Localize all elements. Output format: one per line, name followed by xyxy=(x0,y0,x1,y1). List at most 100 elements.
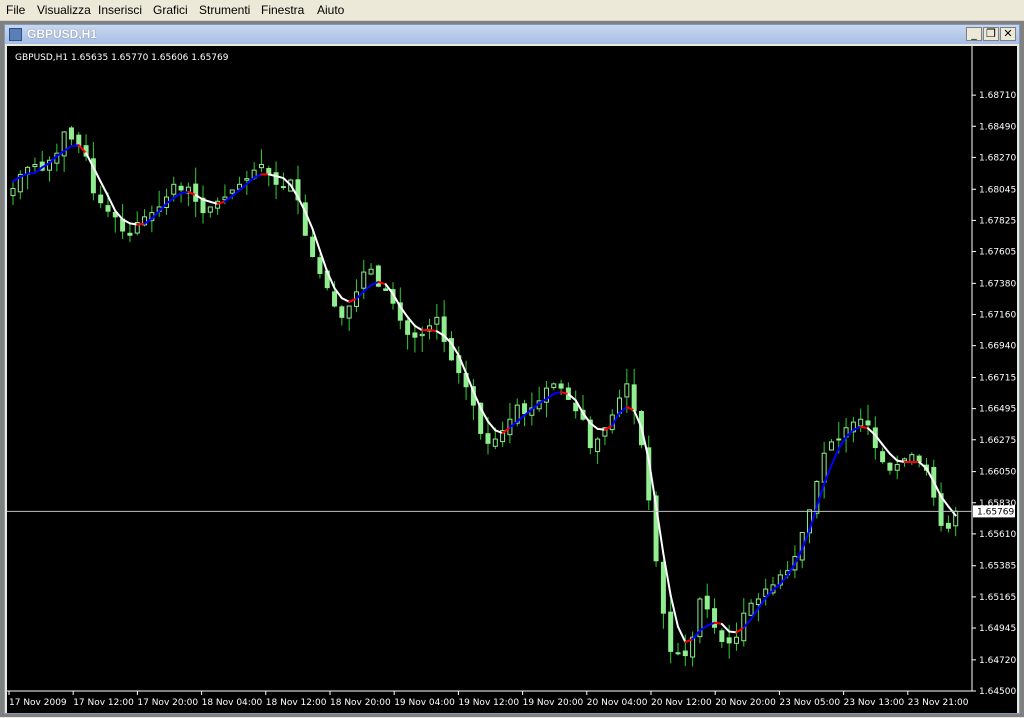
moving-average-segment xyxy=(677,625,687,644)
moving-average-segment xyxy=(70,144,80,148)
time-axis-ticks: 17 Nov 2009 17 Nov 12:00 17 Nov 20:00 18 No… xyxy=(8,691,969,708)
candle-body xyxy=(412,332,418,338)
time-tick-label: 23 Nov 05:00 xyxy=(779,698,840,708)
candle-body xyxy=(127,232,133,236)
price-chart[interactable]: GBPUSD,H1 1.65635 1.65770 1.65606 1.6576… xyxy=(7,46,1017,713)
candles xyxy=(10,125,959,667)
candle-body xyxy=(726,637,732,644)
price-tick-label: 1.68270 xyxy=(979,153,1016,163)
candle-body xyxy=(704,595,710,610)
candle-body xyxy=(193,183,199,202)
candle-body xyxy=(755,598,761,606)
price-tick-label: 1.68710 xyxy=(979,91,1016,101)
menu-bar: File Visualizza Inserisci Grafici Strume… xyxy=(0,0,1024,21)
candle-body xyxy=(361,271,367,289)
candle-body xyxy=(828,441,834,451)
price-tick-label: 1.67825 xyxy=(979,216,1016,226)
candle-body xyxy=(310,236,316,257)
candle-body xyxy=(748,602,754,616)
candle-body xyxy=(865,420,871,426)
price-axis-ticks: 1.68710 1.68490 1.68270 1.68045 1.67825 1.676… xyxy=(972,91,1016,697)
time-tick-label: 18 Nov 20:00 xyxy=(330,698,391,708)
menu-visualizza[interactable]: Visualizza xyxy=(37,3,91,17)
moving-average-line xyxy=(12,144,957,644)
moving-average-segment xyxy=(180,190,190,195)
candle-body xyxy=(419,333,425,337)
close-button[interactable]: ✕ xyxy=(1000,27,1016,41)
time-tick-label: 19 Nov 12:00 xyxy=(458,698,519,708)
candle-body xyxy=(244,178,250,181)
candle-body xyxy=(894,464,900,471)
chart-window: GBPUSD,H1 _ ❐ ✕ GBPUSD,H1 1.65635 1.6577… xyxy=(4,24,1020,714)
candle-body xyxy=(902,458,908,462)
price-tick-label: 1.66495 xyxy=(979,405,1016,415)
price-tick-label: 1.66940 xyxy=(979,342,1016,352)
price-tick-label: 1.65165 xyxy=(979,593,1016,603)
candle-body xyxy=(434,316,440,325)
moving-average-segment xyxy=(428,328,438,333)
moving-average-segment xyxy=(487,420,497,432)
price-tick-label: 1.66275 xyxy=(979,436,1016,446)
candle-body xyxy=(675,652,681,655)
candle-body xyxy=(368,268,374,275)
candle-body xyxy=(595,438,601,453)
candle-body xyxy=(171,183,177,195)
chart-window-icon xyxy=(9,28,22,41)
candle-body xyxy=(383,288,389,291)
menu-inserisci[interactable]: Inserisci xyxy=(98,3,142,17)
time-tick-label: 23 Nov 13:00 xyxy=(844,698,905,708)
candle-body xyxy=(273,172,279,185)
candle-body xyxy=(880,451,886,463)
time-tick-label: 20 Nov 20:00 xyxy=(715,698,776,708)
candle-body xyxy=(178,185,184,191)
time-tick-label: 17 Nov 12:00 xyxy=(73,698,134,708)
candle-body xyxy=(522,403,528,415)
current-price-label: 1.65769 xyxy=(977,507,1014,517)
moving-average-segment xyxy=(830,447,840,467)
time-tick-label: 18 Nov 04:00 xyxy=(202,698,263,708)
chart-area[interactable]: GBPUSD,H1 1.65635 1.65770 1.65606 1.6576… xyxy=(7,46,1017,713)
moving-average-segment xyxy=(888,452,899,462)
candle-body xyxy=(405,320,411,335)
price-tick-label: 1.67380 xyxy=(979,279,1016,289)
candle-body xyxy=(682,650,688,657)
candle-body xyxy=(558,383,564,389)
moving-average-segment xyxy=(99,180,109,197)
candle-body xyxy=(317,257,323,274)
candle-body xyxy=(719,630,725,642)
candle-body xyxy=(339,306,345,318)
price-tick-label: 1.64945 xyxy=(979,624,1016,634)
candle-body xyxy=(624,383,630,398)
menu-strumenti[interactable]: Strumenti xyxy=(199,3,250,17)
menu-aiuto[interactable]: Aiuto xyxy=(317,3,344,17)
price-tick-label: 1.68045 xyxy=(979,185,1016,195)
restore-button[interactable]: ❐ xyxy=(983,27,999,41)
candle-body xyxy=(733,636,739,644)
candle-body xyxy=(229,189,235,194)
menu-finestra[interactable]: Finestra xyxy=(261,3,304,17)
candle-body xyxy=(68,127,74,140)
time-tick-label: 20 Nov 04:00 xyxy=(587,698,648,708)
symbol-info: GBPUSD,H1 1.65635 1.65770 1.65606 1.6576… xyxy=(15,53,229,63)
minimize-button[interactable]: _ xyxy=(966,27,982,41)
price-tick-label: 1.64500 xyxy=(979,687,1016,697)
moving-average-segment xyxy=(413,324,424,332)
moving-average-segment xyxy=(26,171,36,175)
price-tick-label: 1.64720 xyxy=(979,656,1016,666)
time-tick-label: 18 Nov 12:00 xyxy=(266,698,327,708)
price-tick-label: 1.67160 xyxy=(979,311,1016,321)
chart-window-titlebar[interactable]: GBPUSD,H1 _ ❐ ✕ xyxy=(5,25,1019,44)
menu-grafici[interactable]: Grafici xyxy=(153,3,188,17)
moving-average-segment xyxy=(136,222,146,226)
menu-file[interactable]: File xyxy=(6,3,25,17)
price-tick-label: 1.66715 xyxy=(979,374,1016,384)
candle-body xyxy=(207,206,213,213)
price-tick-label: 1.65385 xyxy=(979,562,1016,572)
candle-body xyxy=(32,163,38,168)
candle-body xyxy=(258,163,264,169)
moving-average-segment xyxy=(128,222,139,226)
candle-body xyxy=(346,305,352,319)
moving-average-segment xyxy=(713,621,723,625)
candle-body xyxy=(660,561,666,614)
candle-body xyxy=(712,608,718,628)
